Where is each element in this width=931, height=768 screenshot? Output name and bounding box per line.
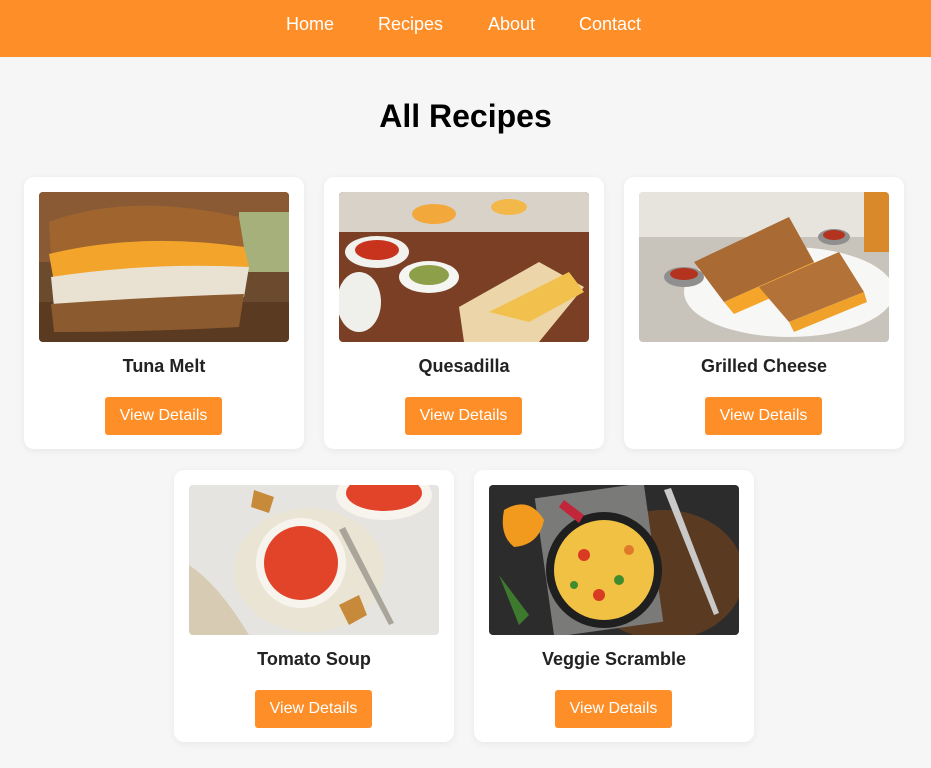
recipe-card: Tomato Soup View Details: [174, 470, 454, 742]
top-navbar: Home Recipes About Contact: [0, 0, 931, 57]
recipe-card: Tuna Melt View Details: [24, 177, 304, 449]
recipe-card: Veggie Scramble View Details: [474, 470, 754, 742]
recipe-image-veggie-scramble: [489, 485, 739, 635]
nav-contact-link[interactable]: Contact: [579, 13, 641, 35]
nav-home-link[interactable]: Home: [286, 13, 334, 35]
recipe-title: Tomato Soup: [257, 649, 371, 669]
recipe-card: Quesadilla View Details: [324, 177, 604, 449]
recipe-title: Tuna Melt: [122, 356, 206, 376]
recipe-title: Quesadilla: [418, 356, 510, 376]
nav-recipes-link[interactable]: Recipes: [378, 13, 443, 35]
view-details-button[interactable]: View Details: [105, 397, 222, 435]
recipe-image-quesadilla: [339, 192, 589, 342]
nav-about-link[interactable]: About: [488, 13, 535, 35]
view-details-button[interactable]: View Details: [405, 397, 522, 435]
recipe-title: Grilled Cheese: [700, 356, 828, 376]
view-details-button[interactable]: View Details: [555, 690, 672, 728]
recipe-title: Veggie Scramble: [541, 649, 687, 669]
recipe-image-tuna-melt: [39, 192, 289, 342]
page-title: All Recipes: [379, 98, 552, 134]
view-details-button[interactable]: View Details: [255, 690, 372, 728]
recipe-card: Grilled Cheese View Details: [624, 177, 904, 449]
recipe-image-tomato-soup: [189, 485, 439, 635]
view-details-button[interactable]: View Details: [705, 397, 822, 435]
recipe-image-grilled-cheese: [639, 192, 889, 342]
